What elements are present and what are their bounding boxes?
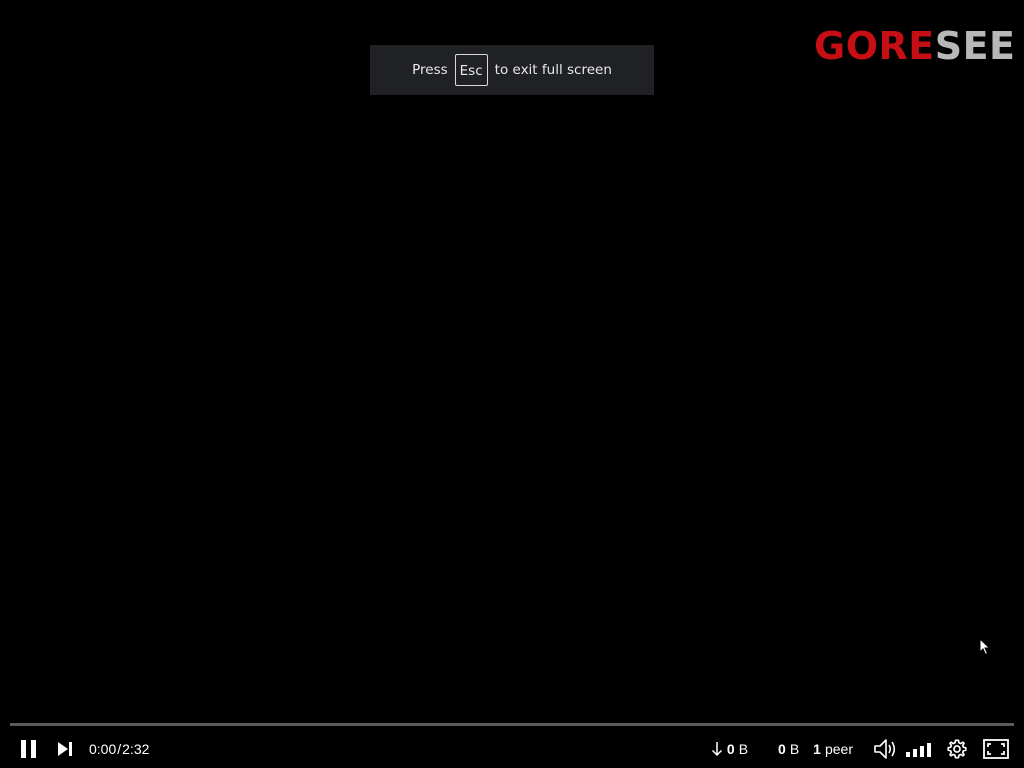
download-stat: 0 B	[711, 741, 748, 757]
control-bar: 0:00/2:32 0 B 0 B 1 peer	[0, 730, 1024, 768]
fullscreen-toast: Press Esc to exit full screen	[370, 45, 654, 95]
download-unit: B	[738, 741, 749, 757]
exit-fullscreen-icon	[983, 739, 1009, 759]
seek-bar[interactable]	[10, 723, 1014, 726]
peers-count: 1	[813, 741, 821, 757]
current-time: 0:00	[89, 741, 117, 757]
pause-button[interactable]	[18, 738, 40, 760]
gear-icon	[947, 739, 967, 759]
next-button[interactable]	[56, 740, 74, 758]
duration: 2:32	[122, 741, 150, 757]
video-player[interactable]: Press Esc to exit full screen GORE SEE 0…	[0, 0, 1024, 768]
mouse-cursor-icon	[979, 637, 991, 660]
time-display: 0:00/2:32	[89, 741, 150, 757]
arrow-down-icon	[711, 742, 722, 757]
toast-press-text: Press	[412, 62, 448, 78]
toast-message-text: to exit full screen	[494, 62, 612, 78]
volume-button[interactable]	[873, 737, 899, 761]
download-value: 0	[726, 741, 735, 757]
logo-part-see: SEE	[934, 24, 1016, 68]
goresee-logo: GORE SEE	[814, 24, 1016, 68]
upload-value: 0	[778, 741, 786, 757]
pause-icon	[21, 740, 36, 758]
upload-stat: 0 B	[778, 741, 799, 757]
video-area[interactable]	[0, 0, 1024, 724]
signal-bars-icon	[906, 743, 931, 757]
logo-part-gore: GORE	[814, 24, 935, 68]
settings-button[interactable]	[945, 737, 969, 761]
fullscreen-button[interactable]	[983, 738, 1009, 760]
volume-icon	[874, 739, 896, 759]
peers-stat: 1 peer	[813, 741, 853, 757]
volume-level[interactable]	[905, 737, 933, 761]
upload-unit: B	[789, 741, 800, 757]
esc-key-badge: Esc	[454, 54, 488, 86]
right-controls: 0 B 0 B 1 peer	[711, 730, 1024, 768]
next-icon	[58, 742, 72, 756]
peers-label: peer	[824, 741, 853, 757]
